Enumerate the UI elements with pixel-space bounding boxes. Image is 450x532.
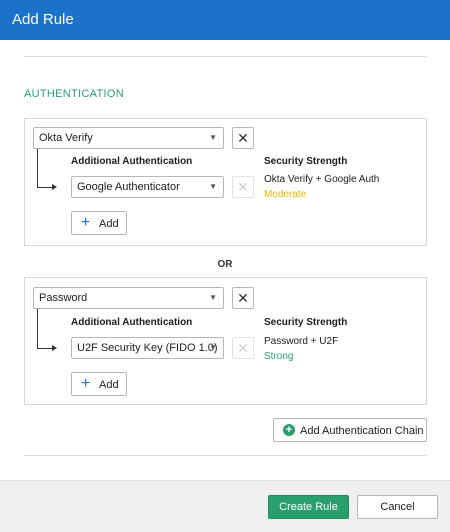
cancel-button[interactable]: Cancel bbox=[357, 495, 438, 519]
add-factor-button[interactable]: + Add bbox=[71, 372, 127, 396]
strength-factors: Okta Verify + Google Auth bbox=[264, 174, 380, 185]
plus-icon: + bbox=[81, 214, 91, 231]
additional-factor-value: U2F Security Key (FIDO 1.0) bbox=[77, 342, 218, 354]
arrow-right-icon bbox=[52, 184, 57, 190]
arrow-right-icon bbox=[52, 345, 57, 351]
primary-factor-select[interactable]: Password ▼ bbox=[33, 287, 224, 309]
primary-factor-value: Okta Verify bbox=[39, 132, 93, 144]
dialog-footer: Create Rule Cancel bbox=[0, 480, 450, 532]
caret-down-icon: ▼ bbox=[209, 133, 217, 142]
primary-factor-select[interactable]: Okta Verify ▼ bbox=[33, 127, 224, 149]
primary-factor-value: Password bbox=[39, 292, 88, 304]
additional-factor-value: Google Authenticator bbox=[77, 181, 180, 193]
auth-chain-1: Okta Verify ▼ ✕ Additional Authenticatio… bbox=[24, 118, 427, 246]
remove-chain-button[interactable]: ✕ bbox=[232, 287, 254, 309]
dialog-body: AUTHENTICATION Okta Verify ▼ ✕ Additiona… bbox=[0, 40, 450, 480]
caret-down-icon: ▼ bbox=[209, 343, 217, 352]
add-chain-label: Add Authentication Chain bbox=[300, 425, 424, 437]
additional-factor-select[interactable]: U2F Security Key (FIDO 1.0) ▼ bbox=[71, 337, 224, 359]
dialog-header: Add Rule bbox=[0, 0, 450, 40]
connector-line bbox=[37, 309, 38, 348]
remove-chain-button[interactable]: ✕ bbox=[232, 127, 254, 149]
section-title: AUTHENTICATION bbox=[24, 88, 124, 100]
close-icon: ✕ bbox=[237, 340, 249, 356]
additional-auth-label: Additional Authentication bbox=[71, 317, 193, 328]
plus-circle-icon: + bbox=[283, 424, 295, 436]
divider bbox=[24, 56, 427, 57]
add-factor-label: Add bbox=[99, 379, 119, 391]
connector-line bbox=[37, 187, 53, 188]
dialog-title: Add Rule bbox=[12, 11, 74, 28]
strength-level: Moderate bbox=[264, 189, 307, 200]
add-authentication-chain-button[interactable]: + Add Authentication Chain bbox=[273, 418, 427, 442]
add-factor-label: Add bbox=[99, 218, 119, 230]
close-icon: ✕ bbox=[237, 179, 249, 195]
connector-line bbox=[37, 149, 38, 187]
auth-chain-2: Password ▼ ✕ Additional Authentication S… bbox=[24, 277, 427, 405]
additional-factor-select[interactable]: Google Authenticator ▼ bbox=[71, 176, 224, 198]
plus-icon: + bbox=[81, 375, 91, 392]
create-rule-label: Create Rule bbox=[279, 501, 338, 513]
strength-factors: Password + U2F bbox=[264, 336, 339, 347]
add-factor-button[interactable]: + Add bbox=[71, 211, 127, 235]
remove-additional-button[interactable]: ✕ bbox=[232, 337, 254, 359]
or-separator: OR bbox=[217, 259, 233, 270]
create-rule-button[interactable]: Create Rule bbox=[268, 495, 349, 519]
additional-auth-label: Additional Authentication bbox=[71, 156, 193, 167]
remove-additional-button[interactable]: ✕ bbox=[232, 176, 254, 198]
caret-down-icon: ▼ bbox=[209, 182, 217, 191]
security-strength-label: Security Strength bbox=[264, 156, 348, 167]
divider bbox=[24, 455, 427, 456]
caret-down-icon: ▼ bbox=[209, 293, 217, 302]
cancel-label: Cancel bbox=[380, 501, 415, 513]
strength-level: Strong bbox=[264, 351, 294, 362]
close-icon: ✕ bbox=[237, 130, 249, 146]
security-strength-label: Security Strength bbox=[264, 317, 348, 328]
connector-line bbox=[37, 348, 53, 349]
close-icon: ✕ bbox=[237, 290, 249, 306]
